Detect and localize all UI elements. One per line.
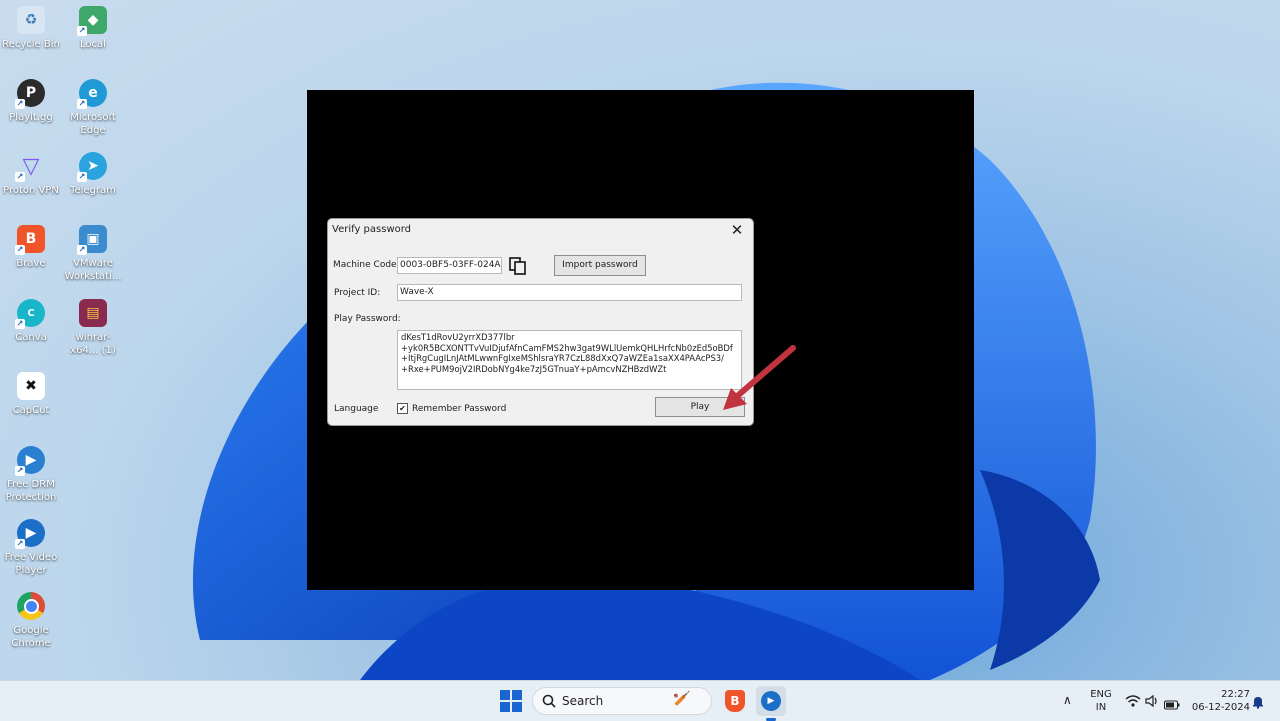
desktop-icon-capcut[interactable]: ✖ CapCut <box>0 368 62 417</box>
region-code: IN <box>1095 702 1107 713</box>
start-button[interactable] <box>498 688 524 714</box>
language-code: ENG <box>1090 689 1112 700</box>
desktop-icon-local[interactable]: ◆ ↗ Local <box>62 2 124 51</box>
clock[interactable]: 22:27 06-12-2024 <box>1190 688 1250 714</box>
desktop-icon-vmware[interactable]: ▣ ↗ VMware Workstati... <box>62 221 124 283</box>
free-drm-icon: ▶ ↗ <box>15 446 45 476</box>
machine-code-label: Machine Code: <box>333 260 400 270</box>
desktop-icon-canva[interactable]: C ↗ Canva <box>0 295 62 344</box>
language-indicator[interactable]: ENG IN <box>1088 688 1114 714</box>
video-player-icon: ▶ ↗ <box>15 519 45 549</box>
play-password-field[interactable]: dKesT1dRovU2yrrXD377lbr +yk0R5BCXONTTvVu… <box>397 330 742 390</box>
battery-icon[interactable] <box>1164 695 1180 710</box>
desktop-icon-winrar[interactable]: ▤ winrar-x64... (1) <box>62 295 124 357</box>
desktop-icon-edge[interactable]: e ↗ Microsoft Edge <box>62 75 124 137</box>
project-id-field[interactable]: Wave-X <box>397 284 742 301</box>
brave-icon: B <box>725 690 745 712</box>
project-id-label: Project ID: <box>334 288 381 298</box>
search-placeholder: Search <box>562 694 604 708</box>
taskbar-video-player[interactable]: ▶ <box>756 686 786 721</box>
search-highlight-icon: 🏏 <box>673 691 691 707</box>
desktop-icon-playit[interactable]: P ↗ Playit.gg <box>0 75 62 124</box>
winrar-icon: ▤ <box>79 299 107 327</box>
capcut-icon: ✖ <box>17 372 45 400</box>
taskbar-search[interactable]: Search 🏏 <box>532 687 712 715</box>
playit-icon: P ↗ <box>15 79 45 109</box>
taskbar: Search 🏏 B ▶ ∧ ENG IN 22:27 06-12-2024 <box>0 680 1280 721</box>
vmware-icon: ▣ ↗ <box>77 225 107 255</box>
canva-icon: C ↗ <box>15 299 45 329</box>
desktop-icon-chrome[interactable]: Google Chrome <box>0 588 62 650</box>
import-password-button[interactable]: Import password <box>554 255 646 276</box>
desktop-icon-brave[interactable]: B ↗ Brave <box>0 221 62 270</box>
taskbar-brave[interactable]: B <box>723 688 747 714</box>
clock-date: 06-12-2024 <box>1191 702 1250 713</box>
play-password-label: Play Password: <box>334 314 401 324</box>
search-icon <box>542 694 556 708</box>
local-app-icon: ◆ ↗ <box>77 6 107 36</box>
close-button[interactable]: ✕ <box>727 221 747 239</box>
annotation-arrow-icon <box>723 345 796 410</box>
desktop-icon-proton-vpn[interactable]: ▽ ↗ Proton VPN <box>0 148 62 197</box>
remember-password-label: Remember Password <box>412 404 507 414</box>
desktop-icon-free-drm[interactable]: ▶ ↗ Free DRM Protection <box>0 442 62 504</box>
proton-vpn-icon: ▽ ↗ <box>15 153 40 182</box>
brave-icon: B ↗ <box>15 225 45 255</box>
chrome-icon <box>17 592 45 620</box>
wifi-icon[interactable] <box>1125 693 1141 707</box>
telegram-icon: ➤ ↗ <box>77 152 107 182</box>
desktop-icon-telegram[interactable]: ➤ ↗ Telegram <box>62 148 124 197</box>
windows-logo-icon <box>500 690 522 712</box>
dialog-title: Verify password <box>332 224 412 235</box>
video-player-icon: ▶ <box>761 691 781 711</box>
desktop-icon-recycle-bin[interactable]: ♻ Recycle Bin <box>0 2 62 51</box>
copy-icon[interactable] <box>508 256 528 276</box>
volume-icon[interactable] <box>1145 693 1159 708</box>
recycle-bin-icon: ♻ <box>17 6 45 34</box>
clock-time: 22:27 <box>1221 689 1250 700</box>
remember-password-checkbox[interactable]: ✔ <box>397 403 408 414</box>
tray-chevron-icon[interactable]: ∧ <box>1063 693 1072 707</box>
edge-icon: e ↗ <box>77 79 107 109</box>
language-label: Language <box>334 404 379 414</box>
notification-bell-icon[interactable] <box>1252 694 1264 709</box>
machine-code-field[interactable]: 0003-0BF5-03FF-024A <box>397 257 502 274</box>
verify-password-dialog: Verify password ✕ Machine Code: 0003-0BF… <box>327 218 754 426</box>
desktop-icon-free-video-player[interactable]: ▶ ↗ Free Video Player <box>0 515 62 577</box>
